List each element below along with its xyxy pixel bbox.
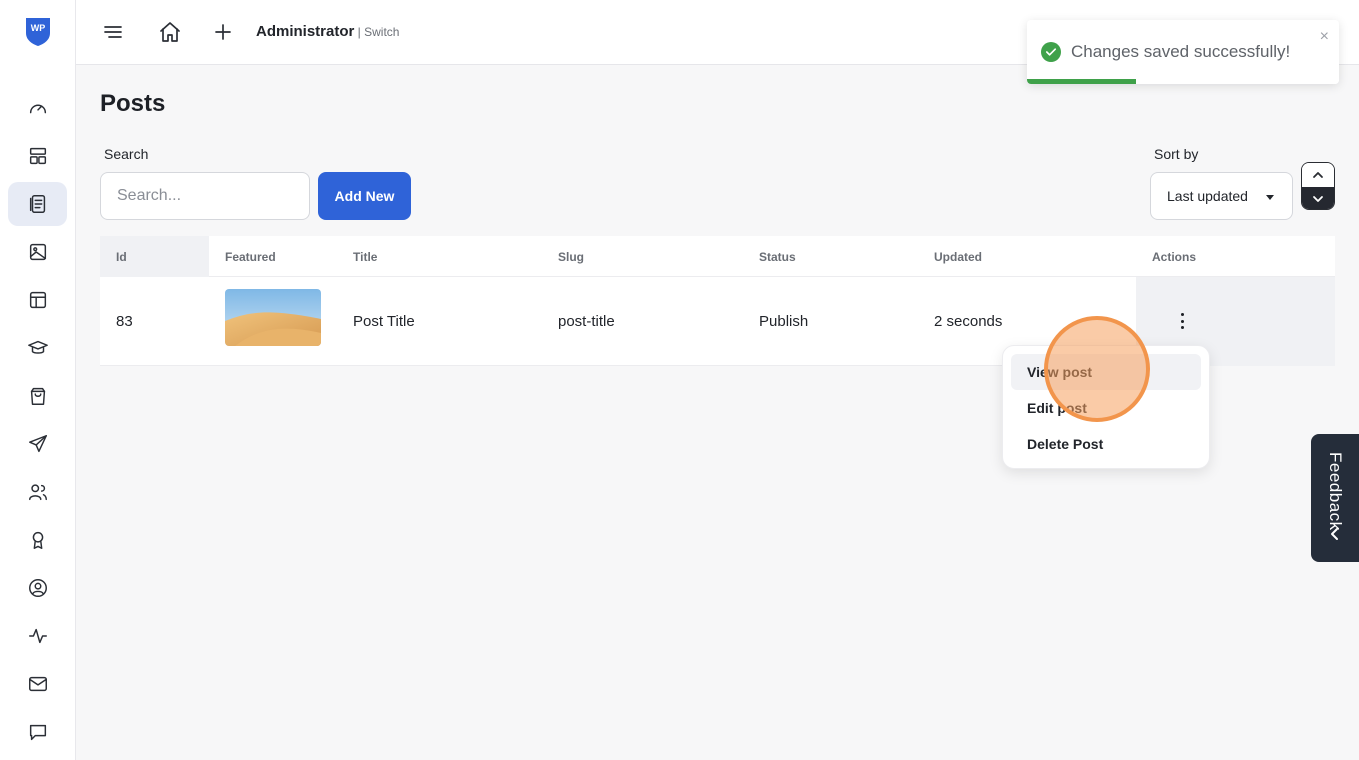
cell-id: 83 [116,313,133,330]
header-id[interactable]: Id [116,250,127,264]
kebab-dot [1180,326,1184,329]
header-featured: Featured [225,250,276,264]
sidebar-item-achievements[interactable] [8,518,67,562]
row-actions-button[interactable] [1178,310,1186,332]
user-circle-icon [28,579,47,597]
logo-text: WP [31,23,46,33]
toast-close-button[interactable]: × [1320,28,1329,46]
sort-select[interactable]: Last updated [1150,172,1293,220]
user-separator: | [354,25,365,39]
posts-document-icon [29,195,45,213]
chevron-left-icon [1331,528,1338,540]
sidebar-item-send[interactable] [8,422,67,466]
header-updated[interactable]: Updated [934,250,982,264]
cell-slug: post-title [558,313,615,330]
sidebar: WP [0,0,76,760]
activity-pulse-icon [28,628,47,644]
cell-title[interactable]: Post Title [353,313,415,330]
sidebar-item-dashboard[interactable] [8,86,67,130]
feedback-tab[interactable]: Feedback [1311,434,1359,562]
sort-direction-toggle[interactable] [1301,162,1335,210]
success-toast: Changes saved successfully! × [1027,20,1339,84]
graduation-cap-icon [27,340,48,354]
toast-progress-bar [1027,79,1137,84]
sidebar-item-messages[interactable] [8,710,67,754]
page-title: Posts [100,90,166,117]
plus-icon [215,24,231,40]
sort-selected-value: Last updated [1167,188,1248,204]
mail-icon [28,676,47,692]
sidebar-item-blocks[interactable] [8,134,67,178]
menu-item-view-post[interactable]: View post [1011,354,1201,390]
row-actions-menu: View post Edit post Delete Post [1002,345,1210,469]
sidebar-item-posts[interactable] [8,182,67,226]
image-icon [29,243,46,261]
sidebar-item-activity[interactable] [8,614,67,658]
sidebar-item-profile[interactable] [8,566,67,610]
kebab-dot [1180,319,1184,323]
table-header: Id Featured Title Slug Status Updated Ac… [100,236,1335,277]
layout-blocks-icon [29,147,46,165]
sort-ascending-button[interactable] [1302,163,1334,187]
dashboard-gauge-icon [29,104,46,114]
sidebar-item-shop[interactable] [8,374,67,418]
cell-updated: 2 seconds [934,313,1003,330]
award-badge-icon [32,531,43,549]
sidebar-item-users[interactable] [8,470,67,514]
featured-image-thumbnail[interactable] [225,289,321,346]
cell-status: Publish [759,313,809,330]
menu-item-edit-post[interactable]: Edit post [1011,390,1201,426]
sidebar-item-templates[interactable] [8,278,67,322]
home-icon [160,22,180,42]
toast-message: Changes saved successfully! [1071,42,1291,61]
chevron-down-icon [1313,195,1323,202]
header-actions: Actions [1152,250,1197,264]
chevron-up-icon [1313,172,1323,178]
add-new-button[interactable]: Add New [318,172,411,220]
sidebar-item-mail[interactable] [8,662,67,706]
user-switcher[interactable]: Administrator | Switch [256,23,399,40]
search-label: Search [104,146,149,162]
header-slug[interactable]: Slug [558,250,584,264]
success-check-icon [1041,42,1061,62]
app-logo[interactable]: WP [22,15,54,47]
sidebar-item-media[interactable] [8,230,67,274]
users-icon [28,484,47,501]
search-input[interactable] [100,172,310,220]
template-layout-icon [29,291,46,309]
create-new-button[interactable] [209,18,237,46]
sort-descending-button[interactable] [1302,187,1334,209]
user-name: Administrator [256,23,355,40]
header-title[interactable]: Title [353,250,377,264]
caret-down-icon [1266,195,1274,200]
menu-toggle-button[interactable] [99,18,127,46]
chat-bubble-icon [29,724,46,741]
menu-item-delete-post[interactable]: Delete Post [1011,426,1201,462]
paper-plane-icon [28,435,47,453]
kebab-dot [1180,313,1184,316]
home-button[interactable] [156,18,184,46]
sort-label: Sort by [1154,146,1199,162]
switch-link[interactable]: Switch [364,25,399,39]
shopping-bag-icon [30,387,45,405]
header-status[interactable]: Status [759,250,796,264]
feedback-label: Feedback [1326,452,1345,531]
sidebar-item-courses[interactable] [8,326,67,370]
hamburger-menu-icon [104,26,122,38]
